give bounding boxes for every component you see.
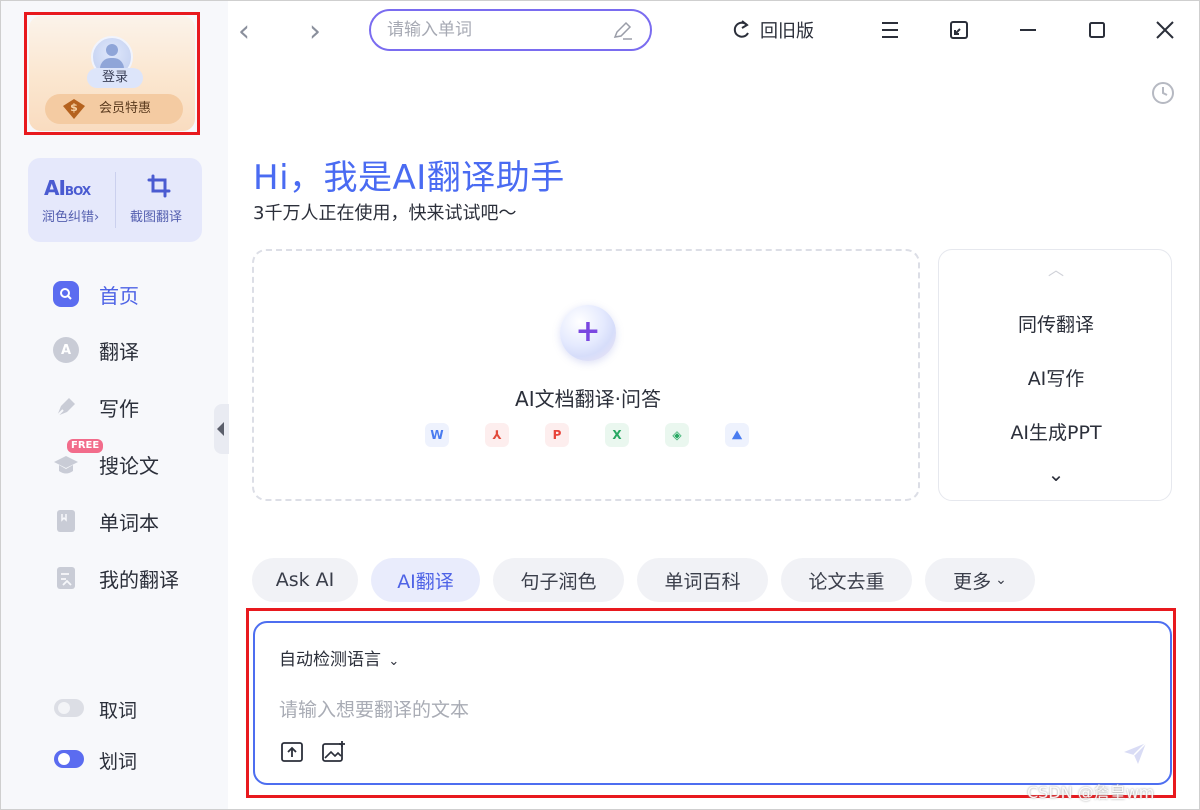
chip-label: AI翻译 (397, 570, 454, 593)
feature-ai-ppt[interactable]: AI生成PPT (939, 418, 1173, 445)
history-icon[interactable] (1150, 80, 1176, 106)
ppt-file-icon: P (545, 423, 569, 447)
search-input[interactable] (387, 19, 607, 41)
back-button[interactable]: ‹ (238, 14, 250, 49)
chip-more[interactable]: 更多 ⌄ (925, 558, 1035, 602)
chip-label: 句子润色 (520, 570, 597, 593)
selection-translate-label: 划词 (99, 751, 138, 773)
document-translate-title: AI文档翻译·问答 (515, 387, 661, 411)
close-icon[interactable] (1151, 16, 1179, 44)
sidebar-collapse-handle[interactable] (214, 404, 229, 454)
selection-translate-toggle[interactable] (54, 750, 84, 768)
sidebar-item-my-translations[interactable]: 我的翻译 (53, 558, 213, 598)
aibox-logo[interactable]: AIBOX (44, 176, 91, 200)
sidebar-item-translate[interactable]: A 翻译 (53, 330, 213, 370)
feature-simultaneous-interpretation[interactable]: 同传翻译 (939, 310, 1173, 337)
sidebar-item-label: 单词本 (99, 510, 159, 535)
menu-icon[interactable] (876, 16, 904, 44)
pdf-file-icon: ⅄ (485, 423, 509, 447)
chip-label: Ask AI (275, 569, 335, 591)
sidebar-item-label: 首页 (99, 283, 139, 308)
page-subtitle: 3千万人正在使用，快来试试吧～ (253, 203, 517, 224)
word-file-icon: W (425, 423, 449, 447)
chip-label: 单词百科 (664, 570, 741, 593)
sidebar-item-writing[interactable]: 写作 (53, 387, 213, 427)
sidebar-item-label: 搜论文 (99, 453, 159, 478)
polish-button[interactable]: 润色纠错› (42, 206, 99, 225)
document-icon (53, 565, 79, 591)
toolbox-divider (115, 172, 116, 228)
mini-mode-icon[interactable] (945, 16, 973, 44)
notebook-icon (53, 508, 79, 534)
sidebar-item-label: 写作 (99, 396, 139, 421)
epub-file-icon: ◈ (665, 423, 689, 447)
minimize-icon[interactable] (1014, 16, 1042, 44)
chip-ask-ai[interactable]: Ask AI (252, 558, 358, 602)
maximize-icon[interactable] (1083, 16, 1111, 44)
page-title: Hi，我是AI翻译助手 (253, 158, 565, 198)
highlight-box-login (24, 12, 200, 135)
translate-icon: A (53, 337, 79, 363)
crop-icon[interactable] (146, 174, 172, 198)
old-version-button[interactable]: 回旧版 (730, 18, 814, 42)
refresh-icon (733, 20, 749, 38)
sidebar-item-label: 翻译 (99, 339, 139, 364)
chip-paper-dedup[interactable]: 论文去重 (781, 558, 912, 602)
highlight-box-input (246, 608, 1176, 798)
pen-icon (53, 394, 79, 420)
aibox-logo-small: BOX (64, 184, 91, 198)
add-document-button[interactable]: + (560, 305, 616, 361)
watermark: CSDN @詹皇wm (1027, 783, 1155, 802)
old-version-label: 回旧版 (760, 21, 814, 42)
word-pick-label: 取词 (99, 700, 138, 722)
feature-carousel: ︿ 同传翻译 AI写作 AI生成PPT ⌄ (938, 249, 1172, 501)
toolbox: AIBOX 润色纠错› 截图翻译 (28, 158, 202, 242)
chevron-right-icon: › (94, 210, 100, 225)
sidebar-item-wordbook[interactable]: 单词本 (53, 501, 213, 541)
sidebar-item-label: 我的翻译 (99, 567, 179, 592)
sidebar-item-search-papers[interactable]: FREE 搜论文 (53, 439, 213, 484)
free-badge: FREE (67, 439, 104, 453)
chevron-down-icon[interactable]: ⌄ (939, 462, 1173, 486)
forward-button[interactable]: › (309, 14, 321, 49)
aibox-logo-text: AI (44, 176, 66, 200)
chip-sentence-polish[interactable]: 句子润色 (493, 558, 624, 602)
feature-ai-writing[interactable]: AI写作 (939, 364, 1173, 391)
screenshot-translate-button[interactable]: 截图翻译 (130, 206, 182, 225)
image-file-icon: ⛰ (725, 423, 749, 447)
chevron-down-icon: ⌄ (995, 572, 1007, 588)
chip-ai-translate[interactable]: AI翻译 (371, 558, 480, 602)
handwriting-icon[interactable] (611, 20, 635, 42)
polish-label: 润色纠错 (42, 210, 95, 225)
chip-word-encyclopedia[interactable]: 单词百科 (637, 558, 768, 602)
word-pick-toggle[interactable] (54, 699, 84, 717)
chevron-up-icon[interactable]: ︿ (939, 256, 1173, 280)
chip-label: 更多 (953, 570, 992, 593)
word-search-box[interactable] (369, 9, 652, 51)
graduation-cap-icon: FREE (53, 439, 104, 477)
sidebar-item-home[interactable]: 首页 (53, 274, 213, 314)
excel-file-icon: X (605, 423, 629, 447)
document-upload-area[interactable]: + AI文档翻译·问答 W ⅄ P X ◈ ⛰ (252, 249, 920, 501)
home-icon (53, 281, 79, 307)
chip-label: 论文去重 (808, 570, 885, 593)
